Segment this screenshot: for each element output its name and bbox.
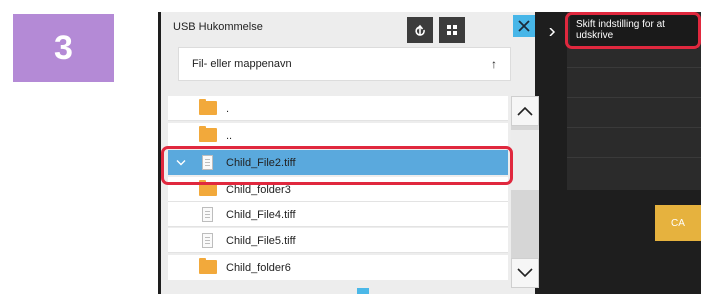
search-placeholder: Fil- eller mappenavn xyxy=(192,58,292,70)
folder-icon xyxy=(199,126,217,142)
list-item[interactable]: .. xyxy=(168,123,508,148)
chevron-down-icon xyxy=(517,268,533,278)
close-button[interactable] xyxy=(513,15,535,37)
scroll-down-button[interactable] xyxy=(511,258,539,288)
step-number-badge: 3 xyxy=(13,14,114,82)
file-icon xyxy=(202,233,213,248)
close-icon xyxy=(518,20,530,32)
scroll-thumb[interactable] xyxy=(511,130,539,190)
change-settings-highlight xyxy=(565,12,701,49)
scroll-up-button[interactable] xyxy=(511,96,539,126)
folder-icon xyxy=(199,258,217,274)
list-item[interactable]: Child_folder6 xyxy=(168,255,508,280)
grid-view-button[interactable] xyxy=(439,17,465,43)
bottom-indicator xyxy=(357,288,369,294)
sort-arrow-icon[interactable]: ↑ xyxy=(491,57,497,71)
list-item-label: Child_File5.tiff xyxy=(226,234,296,247)
dialog-title: USB Hukommelse xyxy=(173,21,263,33)
file-icon xyxy=(202,207,213,222)
list-item[interactable]: Child_File4.tiff xyxy=(168,202,508,227)
grid-view-icon xyxy=(447,25,457,35)
list-item-label: Child_folder3 xyxy=(226,183,291,196)
filename-search-input[interactable]: Fil- eller mappenavn ↑ xyxy=(178,47,511,81)
selected-file-highlight xyxy=(161,146,513,185)
list-item[interactable]: . xyxy=(168,96,508,121)
list-item[interactable]: Child_File5.tiff xyxy=(168,228,508,253)
list-item-label: Child_File4.tiff xyxy=(226,208,296,221)
ca-button[interactable]: CA xyxy=(655,205,701,241)
list-item-label: Child_folder6 xyxy=(226,261,291,274)
chevron-up-icon xyxy=(517,106,533,116)
refresh-button[interactable] xyxy=(407,17,433,43)
file-list: . .. Child_File2.tiff Child_folder3 Chil… xyxy=(168,96,508,288)
chevron-right-icon[interactable] xyxy=(548,28,556,36)
folder-icon xyxy=(199,99,217,115)
list-item-label: . xyxy=(226,102,230,115)
refresh-icon xyxy=(415,24,425,36)
list-item-label: .. xyxy=(226,129,233,142)
list-scrollbar[interactable] xyxy=(511,96,539,288)
